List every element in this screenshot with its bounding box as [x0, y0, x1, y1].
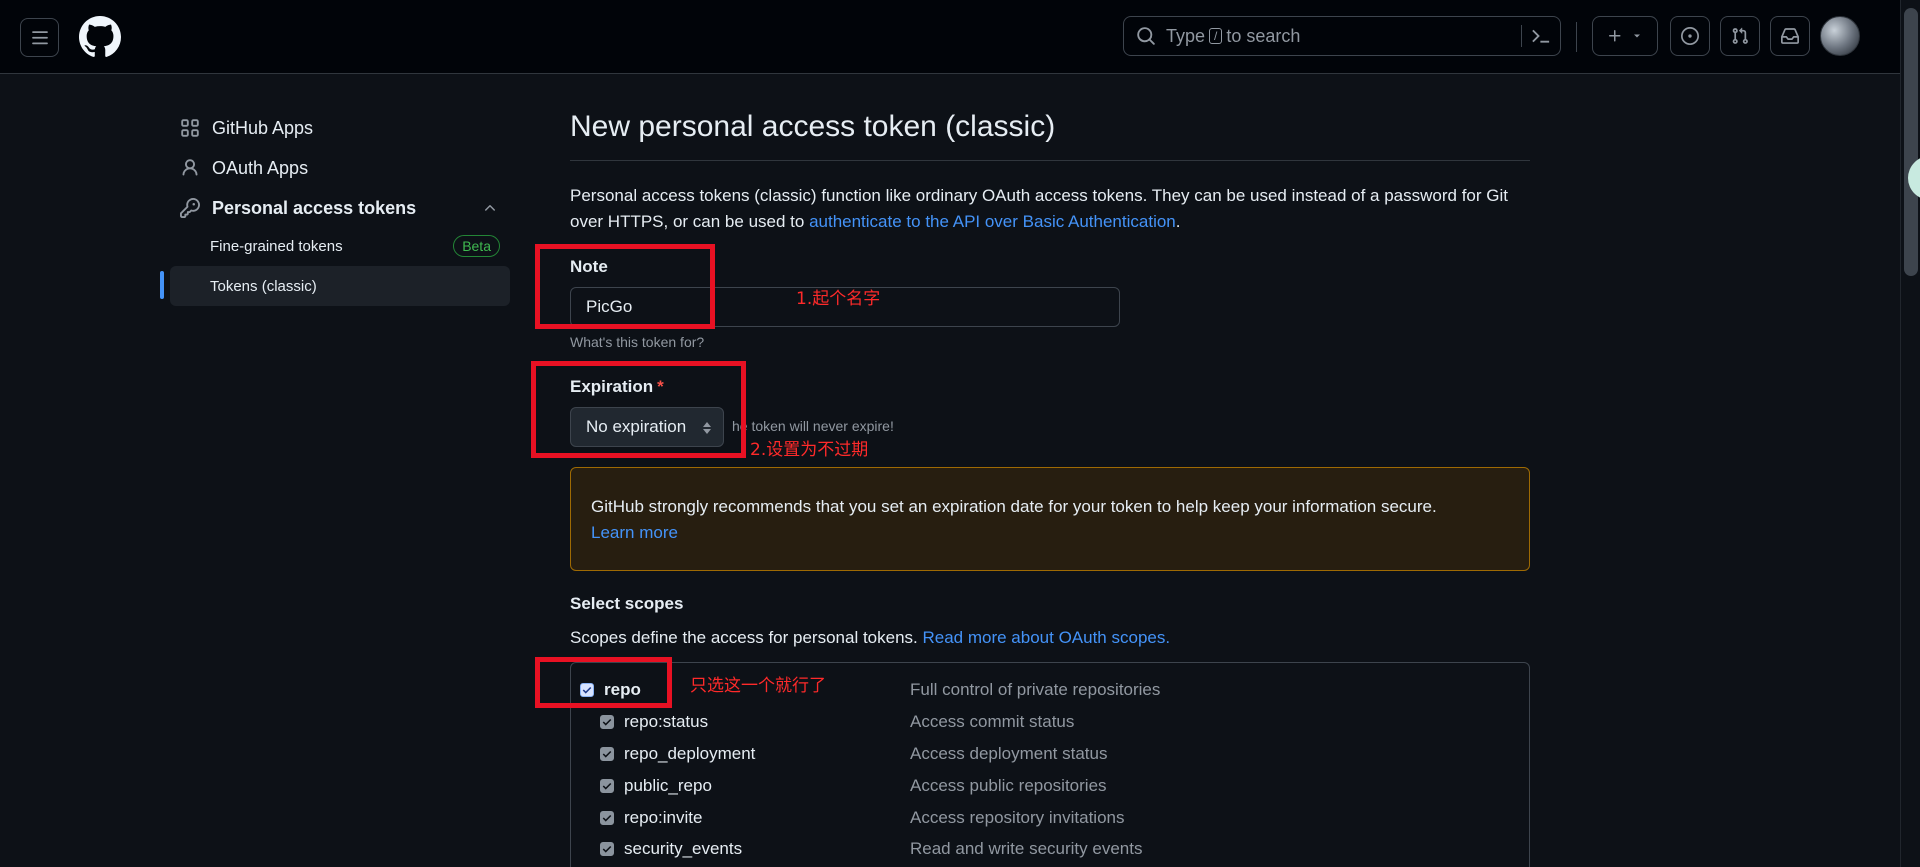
page-scrollbar[interactable] — [1900, 0, 1920, 867]
scope-name: public_repo — [624, 776, 712, 795]
create-new-button[interactable] — [1592, 16, 1658, 56]
scope-description: Access commit status — [910, 712, 1075, 731]
basic-auth-link[interactable]: authenticate to the API over Basic Authe… — [809, 212, 1176, 231]
inbox-icon — [1781, 28, 1799, 44]
scopes-desc-text: Scopes define the access for personal to… — [570, 628, 923, 647]
sidebar-item-label: GitHub Apps — [212, 117, 314, 138]
sidebar-item-fine-grained-tokens[interactable]: Fine-grained tokens Beta — [170, 226, 510, 266]
scope-row-public-repo[interactable]: public_repo — [600, 773, 712, 799]
annotation-note: 1.起个名字 — [796, 289, 881, 309]
scope-description: Access deployment status — [910, 744, 1108, 763]
plus-icon — [1609, 30, 1621, 42]
annotation-repo: 只选这一个就行了 — [690, 676, 826, 696]
search-placeholder-pre: Type — [1166, 25, 1206, 46]
search-input[interactable]: Type / to search — [1123, 16, 1561, 56]
note-help-text: What's this token for? — [570, 334, 705, 350]
scope-row-repo-deployment[interactable]: repo_deployment — [600, 741, 755, 767]
search-divider — [1521, 25, 1522, 47]
global-header: Type / to search — [0, 0, 1900, 74]
scopes-description: Scopes define the access for personal to… — [570, 628, 1170, 648]
triangle-down-icon — [1634, 34, 1640, 38]
github-logo-icon[interactable] — [79, 16, 121, 58]
oauth-scopes-link[interactable]: Read more about OAuth scopes. — [922, 628, 1170, 647]
intro-text: Personal access tokens (classic) functio… — [570, 183, 1530, 235]
user-avatar[interactable] — [1820, 16, 1860, 56]
checkbox-checked-icon[interactable] — [600, 779, 614, 793]
annotation-box-expiration — [531, 361, 746, 458]
sidebar-item-label: Personal access tokens — [212, 197, 417, 218]
search-shortcut-key: / — [1209, 28, 1223, 44]
hamburger-icon — [31, 30, 48, 44]
sidebar-subitem-label: Tokens (classic) — [210, 277, 317, 295]
inbox-button[interactable] — [1770, 16, 1810, 56]
scope-row-security-events[interactable]: security_events — [600, 836, 742, 862]
expiration-warning-flash: GitHub strongly recommends that you set … — [570, 467, 1530, 571]
pull-requests-button[interactable] — [1720, 16, 1760, 56]
scope-description: Read and write security events — [910, 839, 1143, 858]
search-icon — [1137, 27, 1155, 45]
apps-grid-icon — [181, 119, 199, 137]
sidebar-item-label: OAuth Apps — [212, 157, 309, 178]
annotation-box-repo — [535, 657, 672, 708]
scope-row-repo-status[interactable]: repo:status — [600, 709, 708, 735]
scope-description: Access public repositories — [910, 776, 1107, 795]
scope-name: security_events — [624, 839, 743, 858]
sidebar-subitem-label: Fine-grained tokens — [210, 237, 343, 255]
sidebar-item-personal-access-tokens[interactable]: Personal access tokens — [170, 188, 510, 228]
beta-badge: Beta — [453, 235, 500, 257]
select-scopes-heading: Select scopes — [570, 594, 684, 613]
expiration-help-text: he token will never expire! — [732, 418, 894, 434]
command-palette-icon[interactable] — [1530, 26, 1552, 46]
header-separator — [1576, 22, 1577, 52]
key-icon — [180, 198, 200, 218]
intro-end: . — [1175, 212, 1181, 231]
annotation-expiration: 2.设置为不过期 — [750, 440, 869, 460]
scope-name: repo:status — [624, 712, 709, 731]
checkbox-checked-icon[interactable] — [600, 747, 614, 761]
scope-name: repo_deployment — [624, 744, 756, 763]
checkbox-checked-icon[interactable] — [600, 811, 614, 825]
learn-more-link[interactable]: Learn more — [591, 523, 678, 542]
scope-name: repo:invite — [624, 808, 703, 827]
warning-text: GitHub strongly recommends that you set … — [591, 497, 1437, 516]
issues-button[interactable] — [1670, 16, 1710, 56]
issue-opened-icon — [1681, 27, 1699, 45]
git-pull-request-icon — [1732, 27, 1748, 44]
sidebar-item-oauth-apps[interactable]: OAuth Apps — [170, 148, 510, 188]
scope-description: Full control of private repositories — [910, 680, 1161, 699]
scope-description: Access repository invitations — [910, 808, 1125, 827]
scope-row-repo-invite[interactable]: repo:invite — [600, 805, 702, 831]
search-placeholder-post: to search — [1226, 25, 1301, 46]
scrollbar-thumb[interactable] — [1904, 8, 1918, 276]
person-icon — [182, 159, 198, 176]
checkbox-checked-icon[interactable] — [600, 715, 614, 729]
sidebar-item-tokens-classic[interactable]: Tokens (classic) — [170, 266, 510, 306]
search-placeholder: Type / to search — [1166, 26, 1300, 47]
chevron-up-icon[interactable] — [482, 200, 498, 216]
checkbox-checked-icon[interactable] — [600, 842, 614, 856]
annotation-box-note — [535, 244, 715, 329]
title-divider — [570, 160, 1530, 161]
active-nav-indicator — [160, 271, 164, 299]
page-title: New personal access token (classic) — [570, 110, 1056, 143]
menu-button[interactable] — [20, 18, 59, 57]
sidebar-item-github-apps[interactable]: GitHub Apps — [170, 108, 510, 148]
